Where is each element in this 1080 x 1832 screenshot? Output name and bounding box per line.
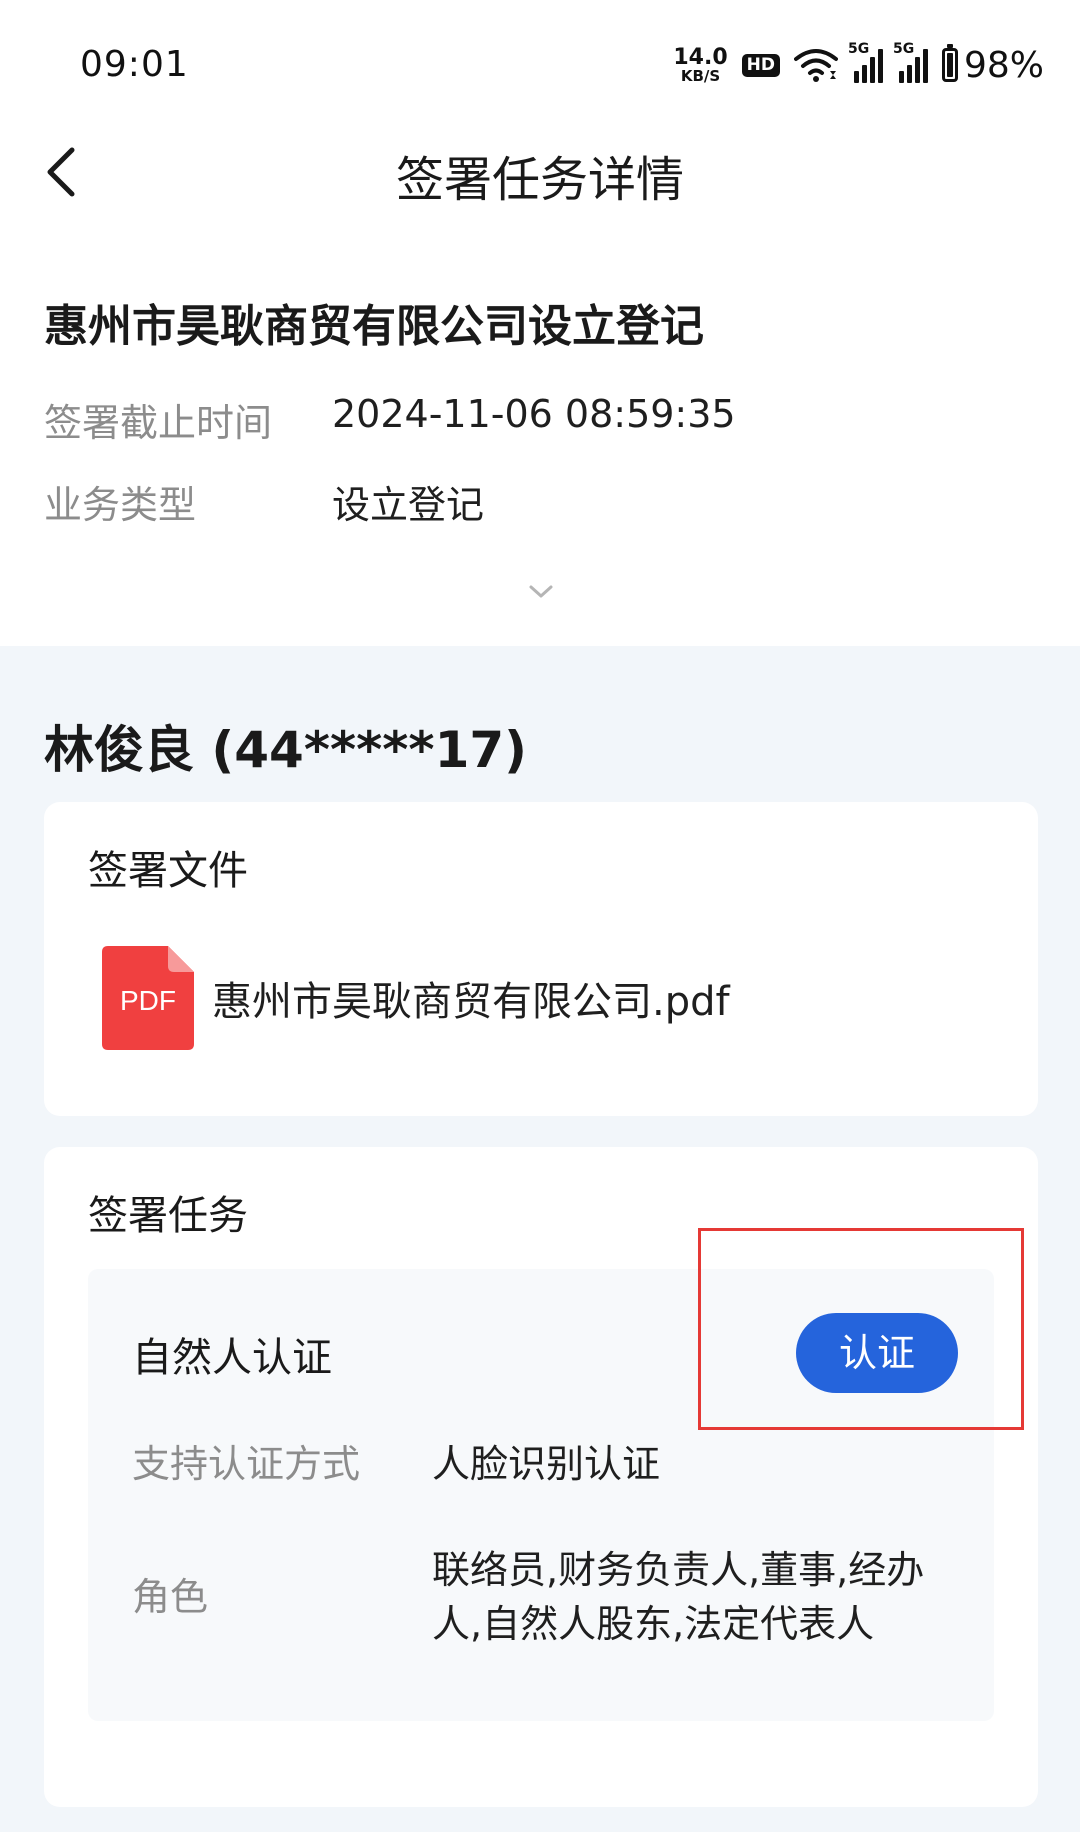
hd-icon: HD (741, 53, 780, 77)
pdf-icon-text: PDF (120, 985, 176, 1016)
wifi-icon (793, 49, 838, 82)
battery-percent: 98% (963, 44, 1044, 86)
expand-chevron-down-icon[interactable] (528, 584, 554, 600)
sign-files-card: 签署文件 PDF 惠州市昊耿商贸有限公司.pdf (44, 802, 1038, 1116)
status-icons: 14.0 KB/S HD 5G 5G 98% (673, 40, 1044, 90)
sign-tasks-card: 签署任务 自然人认证 认证 支持认证方式 人脸识别认证 角色 联络员,财务负责人… (44, 1147, 1038, 1807)
pdf-file-icon: PDF (102, 946, 194, 1050)
status-time: 09:01 (80, 44, 189, 85)
sign-files-title: 签署文件 (88, 848, 248, 894)
business-type-value: 设立登记 (332, 483, 485, 527)
signal-label: 5G (892, 41, 915, 57)
signal-5g-icon: 5G (848, 41, 883, 83)
auth-method-row: 支持认证方式 人脸识别认证 (132, 1437, 952, 1491)
role-label: 角色 (132, 1575, 209, 1619)
sign-tasks-title: 签署任务 (88, 1193, 248, 1239)
auth-method-label: 支持认证方式 (132, 1442, 361, 1486)
deadline-label: 签署截止时间 (44, 401, 273, 445)
status-bar: 09:01 14.0 KB/S HD 5G 5G 98% (0, 0, 1080, 130)
battery-indicator: 98% (941, 44, 1044, 86)
auth-method-value: 人脸识别认证 (432, 1442, 661, 1486)
network-speed-unit: KB/S (680, 66, 721, 85)
signal-5g-icon-2: 5G (893, 41, 928, 83)
battery-icon (941, 44, 958, 82)
file-item[interactable]: PDF 惠州市昊耿商贸有限公司.pdf (102, 946, 730, 1050)
signal-label: 5G (847, 41, 870, 57)
deadline-value: 2024-11-06 08:59:35 (332, 392, 736, 436)
task-title: 惠州市昊耿商贸有限公司设立登记 (44, 301, 704, 352)
role-row: 角色 联络员,财务负责人,董事,经办人,自然人股东,法定代表人 (132, 1543, 952, 1651)
business-type-label: 业务类型 (44, 483, 197, 527)
file-name[interactable]: 惠州市昊耿商贸有限公司.pdf (212, 969, 730, 1027)
battery-fill (946, 53, 953, 77)
signer-name: 林俊良 (44*****17) (44, 721, 528, 779)
authenticate-button[interactable]: 认证 (796, 1313, 958, 1393)
page-title: 签署任务详情 (395, 152, 684, 208)
role-value: 联络员,财务负责人,董事,经办人,自然人股东,法定代表人 (432, 1548, 925, 1646)
business-type-row: 业务类型 设立登记 (44, 474, 484, 529)
network-speed: 14.0 KB/S (673, 44, 728, 85)
network-speed-value: 14.0 (673, 44, 728, 70)
task-item: 自然人认证 认证 支持认证方式 人脸识别认证 角色 联络员,财务负责人,董事,经… (88, 1269, 994, 1721)
task-item-name: 自然人认证 (132, 1335, 332, 1381)
deadline-row: 签署截止时间 2024-11-06 08:59:35 (44, 392, 736, 447)
